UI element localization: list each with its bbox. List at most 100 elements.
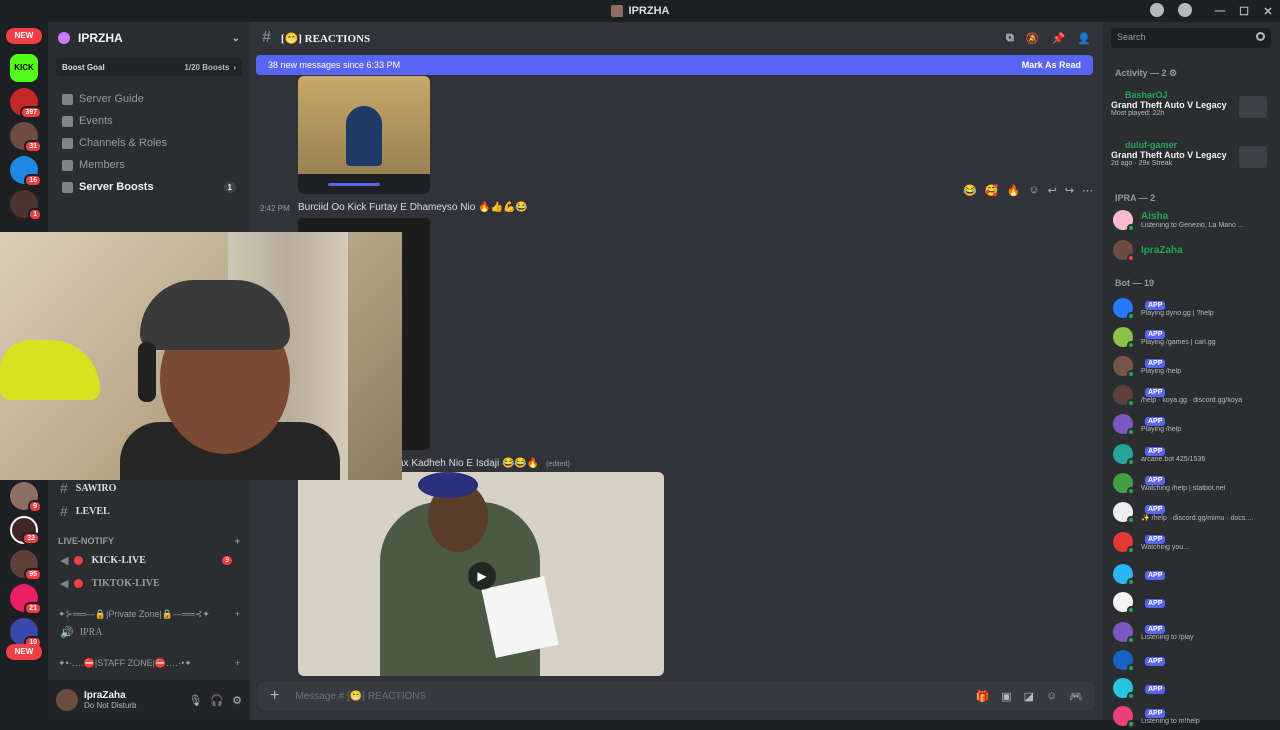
gift-icon[interactable]: 🎁 [976,690,990,703]
member-name: Aisha [1141,211,1169,222]
maximize-icon[interactable]: ☐ [1232,5,1256,18]
member-bot[interactable]: APP [1113,588,1275,616]
video-attachment[interactable] [298,76,430,194]
nav-channels-roles[interactable]: Channels & Roles [48,132,250,154]
gear-icon[interactable]: ⚙ [232,694,242,707]
bot-name: APP [1141,357,1181,368]
reaction-quick-3[interactable]: 🔥 [1007,184,1021,197]
gear-icon[interactable]: ⚙ [1169,68,1177,78]
new-messages-bar[interactable]: 38 new messages since 6:33 PM Mark As Re… [256,55,1093,75]
sticker-icon[interactable]: ◪ [1024,690,1034,703]
category-live-notify[interactable]: LIVE-NOTIFY + [58,536,240,546]
ipra-header: IPRA — 2 [1115,193,1156,203]
member-bot[interactable]: APP Watching you... [1113,528,1275,556]
server-icon-4[interactable]: 1 [10,190,42,221]
avatar[interactable] [56,689,78,711]
category-private-zone[interactable]: ✦⊱══—🔒|Private Zone|🔒—══⊰✦ + [58,609,240,620]
member-bot[interactable]: APP [1113,674,1275,702]
reaction-quick-1[interactable]: 😂 [963,184,977,197]
nav-events[interactable]: Events [48,110,250,132]
add-reaction-icon[interactable]: ☺ [1028,184,1039,197]
add-channel-icon[interactable]: + [235,536,240,546]
channel-tiktok-live[interactable]: ◀ TIKTOK-LIVE [56,573,242,593]
member-bot[interactable]: APP Watching /help | statbot.net [1113,469,1275,497]
boost-goal-bar[interactable]: Boost Goal 1/20 Boosts › [56,58,242,76]
activity-card[interactable]: duluf-gamer Grand Theft Auto V Legacy 2d… [1111,140,1273,184]
hash-icon: # [60,480,68,496]
minimize-icon[interactable]: — [1208,5,1232,17]
server-icon-8[interactable]: 10 [10,618,42,649]
activity-card[interactable]: BasharOJ Grand Theft Auto V Legacy Most … [1111,90,1273,134]
bot-name: APP [1141,328,1216,339]
member-bot[interactable]: APP Playing /games | carl.gg [1113,323,1275,351]
nav-members[interactable]: Members [48,154,250,176]
members-toggle-icon[interactable]: 👤 [1077,32,1091,45]
server-icon-6[interactable]: 95 [10,550,42,581]
member-bot[interactable]: APP Listening to /play [1113,618,1275,646]
apps-icon[interactable]: 🎮 [1069,690,1083,703]
nav-server-boosts[interactable]: Server Boosts 1 [48,176,250,198]
search-input[interactable]: Search [1111,28,1271,48]
status-dot [1127,720,1135,728]
threads-icon[interactable]: ⧉ [1006,32,1014,45]
nav-server-guide[interactable]: Server Guide [48,88,250,110]
pin-icon[interactable]: 📌 [1052,32,1066,45]
member-aisha[interactable]: Aisha Listening to Genezio, La Mano ... [1113,206,1275,234]
member-bot[interactable]: APP Listening to m!help [1113,702,1275,730]
member-bot[interactable]: APP arcane.bot 425/1536 [1113,440,1275,468]
video-attachment-2[interactable]: ▶ [298,472,664,676]
bot-name: APP [1141,474,1225,485]
inbox-icon[interactable] [1150,3,1164,17]
member-bot[interactable]: APP [1113,646,1275,674]
more-icon[interactable]: ⋯ [1082,184,1093,197]
mark-as-read-button[interactable]: Mark As Read [1022,60,1081,70]
volume-slider[interactable] [328,183,380,186]
member-activity: /help · koya.gg · discord.gg/koya [1141,397,1243,404]
emoji-icon[interactable]: ☺ [1046,690,1057,703]
member-bot[interactable]: APP [1113,560,1275,588]
app-badge: APP [1145,504,1166,514]
forward-icon[interactable]: ↪ [1065,184,1074,197]
add-channel-icon[interactable]: + [235,658,240,669]
mute-icon[interactable]: 🔕 [1026,32,1040,45]
new-badge-bottom[interactable]: NEW [6,644,42,660]
server-icon-1[interactable]: 397 [10,88,42,119]
app-badge: APP [1145,359,1166,368]
category-staff-zone[interactable]: ✦•·‥‥⛔|STAFF ZONE|⛔‥‥·•✦ + [58,658,240,669]
member-bot[interactable]: APP Playing dyno.gg | ?help [1113,294,1275,322]
channel-level[interactable]: # LEVEL [56,501,242,521]
member-activity: Watching you... [1141,544,1189,551]
channel-kick-live[interactable]: ◀ KICK-LIVE 9 [56,550,242,570]
server-icon-3[interactable]: 16 [10,156,42,187]
server-icon-active[interactable]: 32 [10,516,40,545]
reaction-quick-2[interactable]: 🥰 [985,184,999,197]
channel-ipra[interactable]: 🔊 IPRA [56,622,242,642]
gif-icon[interactable]: ▣ [1001,690,1011,703]
new-badge[interactable]: NEW [6,28,42,44]
headphones-icon[interactable]: 🎧 [210,694,224,707]
status-dot [1127,692,1135,700]
reply-icon[interactable]: ↩ [1048,184,1057,197]
channel-sawiro[interactable]: # SAWIRO [56,478,242,498]
play-icon[interactable]: ▶ [468,562,496,590]
server-icon-7[interactable]: 21 [10,584,42,615]
member-bot[interactable]: APP Playing /help [1113,410,1275,438]
bot-name: APP [1141,415,1181,426]
member-bot[interactable]: APP/help · koya.gg · discord.gg/koya [1113,381,1275,409]
member-activity: Listening to m!help [1141,718,1200,725]
member-bot[interactable]: APP Playing /help [1113,352,1275,380]
server-icon-2[interactable]: 31 [10,122,42,153]
message-composer[interactable]: + Message # [😁] REACTIONS 🎁 ▣ ◪ ☺ 🎮 [258,682,1095,710]
member-iprazaha[interactable]: IpraZaha [1113,236,1275,264]
server-icon-5[interactable]: 9 [10,482,42,513]
member-bot[interactable]: APP ✨ /help · discord.gg/mimu · docs.... [1113,498,1275,526]
add-channel-icon[interactable]: + [235,609,240,620]
close-icon[interactable]: ✕ [1256,5,1280,18]
add-attachment-icon[interactable]: + [270,687,279,705]
chevron-down-icon[interactable]: ⌄ [232,33,240,44]
guild-header[interactable]: IPRZHA ⌄ [48,22,250,54]
server-kick[interactable]: KICK [10,54,38,82]
member-activity: ✨ /help · discord.gg/mimu · docs.... [1141,514,1254,522]
microphone-icon[interactable]: 🎙 [188,694,202,707]
help-icon[interactable] [1178,3,1192,17]
